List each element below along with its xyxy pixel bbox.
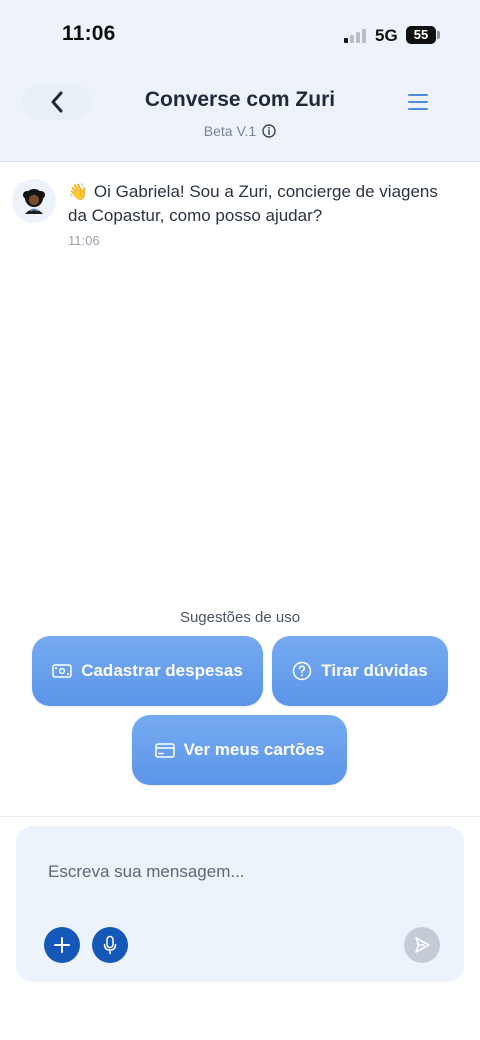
suggestion-register-expenses[interactable]: Cadastrar despesas bbox=[32, 636, 263, 706]
add-attachment-button[interactable] bbox=[44, 927, 80, 963]
version-row: Beta V.1 bbox=[0, 123, 480, 139]
plus-icon bbox=[54, 937, 70, 953]
suggestion-label: Ver meus cartões bbox=[183, 740, 325, 759]
status-bar: 11:06 5G 55 bbox=[0, 0, 480, 70]
divider bbox=[0, 816, 480, 817]
wave-emoji: 👋 bbox=[68, 184, 88, 201]
microphone-icon bbox=[103, 935, 117, 955]
suggestions-title: Sugestões de uso bbox=[179, 609, 301, 626]
bot-message: 👋 Oi Gabriela! Sou a Zuri, concierge de v… bbox=[68, 180, 458, 227]
header: 11:06 5G 55 Converse com Zuri Beta V.1 bbox=[0, 0, 480, 162]
hamburger-menu-icon bbox=[408, 94, 428, 110]
send-icon bbox=[415, 937, 430, 953]
version-label: Beta V.1 bbox=[203, 123, 257, 139]
message-composer bbox=[16, 826, 464, 982]
suggestion-view-cards[interactable]: Ver meus cartões bbox=[132, 715, 347, 785]
send-button[interactable] bbox=[404, 927, 440, 963]
credit-card-icon bbox=[154, 742, 175, 758]
signal-icon bbox=[344, 29, 368, 43]
menu-button[interactable] bbox=[402, 88, 434, 116]
bot-message-text: Oi Gabriela! Sou a Zuri, concierge de vi… bbox=[68, 182, 438, 225]
suggestion-label: Tirar dúvidas bbox=[321, 661, 428, 680]
question-circle-icon bbox=[293, 661, 312, 681]
chevron-left-icon bbox=[51, 91, 63, 113]
zuri-avatar-icon bbox=[23, 189, 45, 214]
battery-tip bbox=[437, 31, 440, 39]
banknote-icon bbox=[52, 664, 72, 678]
zuri-avatar bbox=[12, 179, 56, 223]
message-input[interactable] bbox=[48, 860, 428, 884]
back-button[interactable] bbox=[22, 84, 92, 120]
network-label: 5G bbox=[375, 26, 398, 45]
battery-icon: 55 bbox=[406, 26, 436, 44]
info-icon[interactable] bbox=[262, 124, 276, 138]
voice-input-button[interactable] bbox=[92, 927, 128, 963]
chat-area: 👋 Oi Gabriela! Sou a Zuri, concierge de v… bbox=[0, 163, 480, 593]
status-time: 11:06 bbox=[62, 22, 116, 45]
message-time: 11:06 bbox=[68, 233, 100, 248]
suggestion-ask-questions[interactable]: Tirar dúvidas bbox=[272, 636, 448, 706]
suggestion-label: Cadastrar despesas bbox=[81, 661, 243, 680]
